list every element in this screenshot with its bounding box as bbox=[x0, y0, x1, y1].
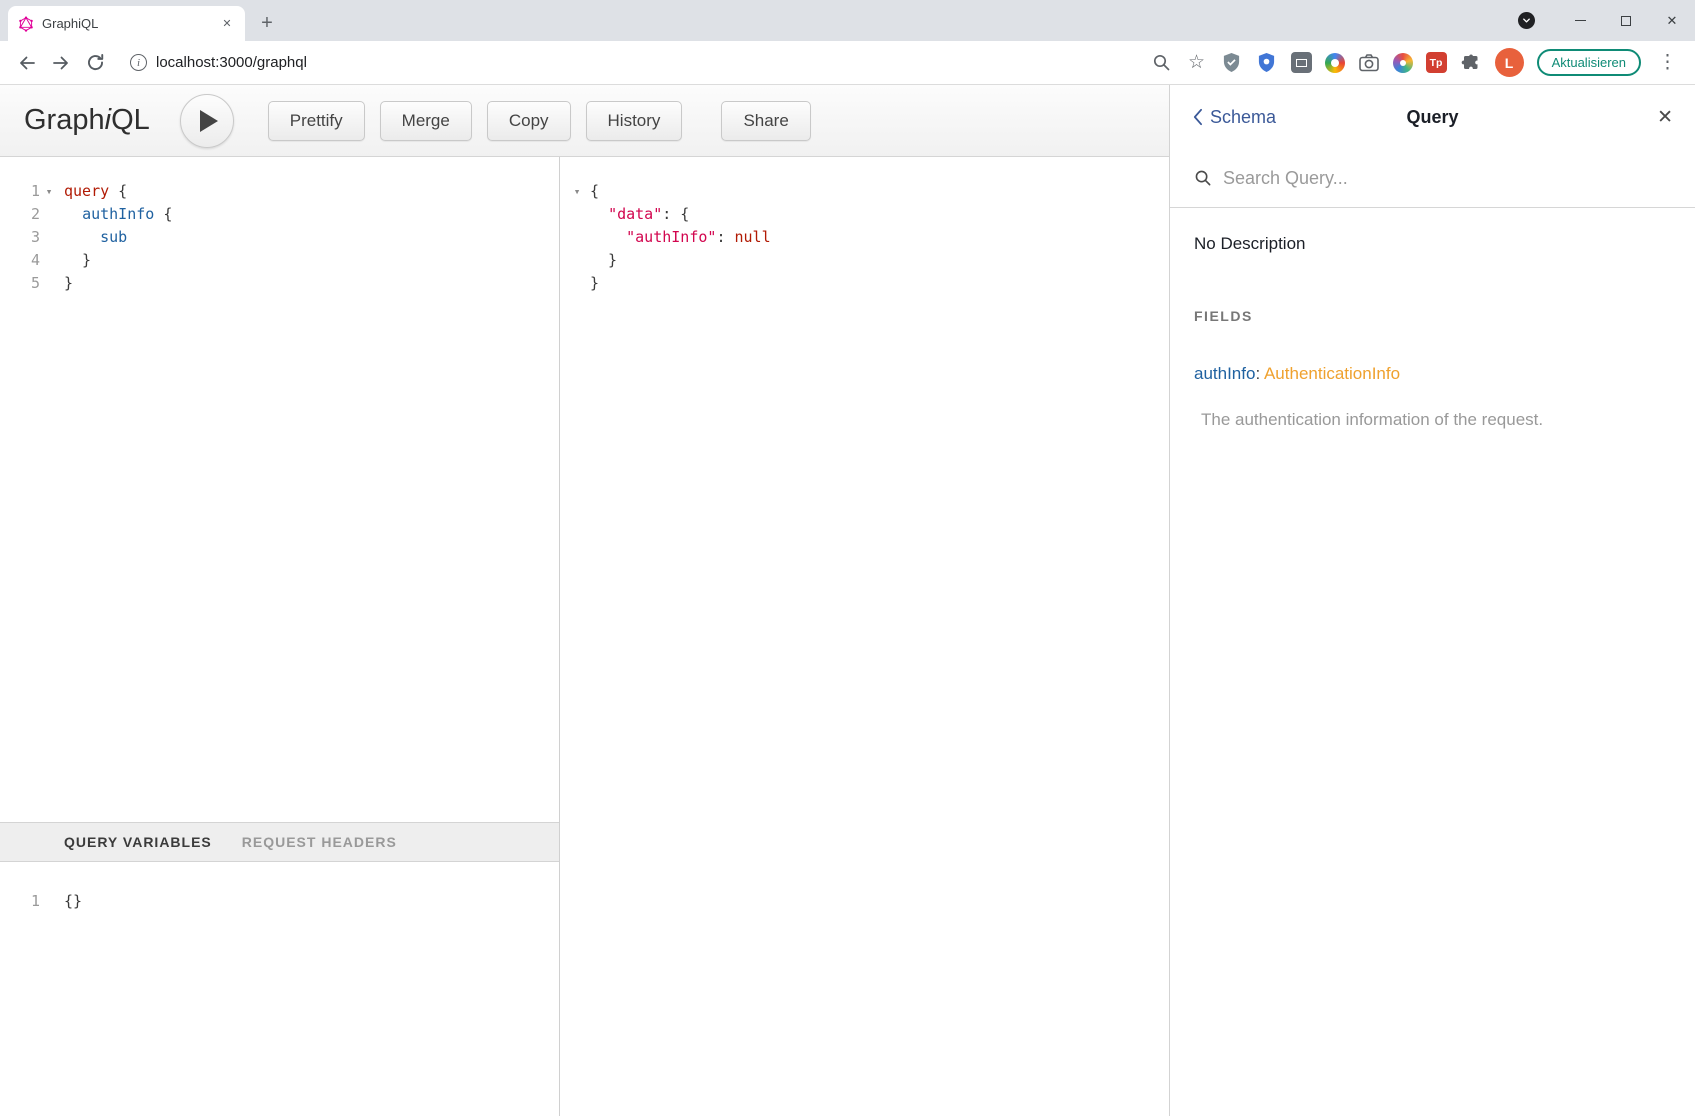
close-window-button[interactable]: ✕ bbox=[1649, 0, 1695, 41]
editor-panes: 1▾query {2 authInfo {3 sub4 }5} QUERY VA… bbox=[0, 157, 1169, 1116]
variables-editor-code[interactable]: 1{} bbox=[0, 862, 559, 1116]
extension-tp-icon[interactable]: Tp bbox=[1426, 52, 1447, 73]
doc-close-icon[interactable]: ✕ bbox=[1657, 106, 1673, 129]
tab-title: GraphiQL bbox=[42, 16, 211, 31]
code-line: 1{} bbox=[0, 890, 559, 913]
doc-search-input[interactable] bbox=[1223, 168, 1671, 189]
code-line: "authInfo": null bbox=[560, 226, 1169, 249]
fold-icon[interactable]: ▾ bbox=[40, 180, 58, 203]
forward-button[interactable] bbox=[44, 46, 78, 80]
field-separator: : bbox=[1255, 364, 1264, 383]
graphql-favicon-icon bbox=[18, 16, 34, 32]
merge-button[interactable]: Merge bbox=[380, 101, 472, 141]
response-viewer-code[interactable]: ▾{ "data": { "authInfo": null }} bbox=[560, 157, 1169, 1116]
profile-avatar[interactable]: L bbox=[1495, 48, 1524, 77]
url-text[interactable]: localhost:3000/graphql bbox=[156, 54, 307, 71]
browser-status-badge-icon[interactable] bbox=[1518, 12, 1535, 29]
variables-header: QUERY VARIABLES REQUEST HEADERS bbox=[0, 822, 559, 862]
site-info-icon[interactable]: i bbox=[130, 54, 147, 71]
code-line: "data": { bbox=[560, 203, 1169, 226]
reload-icon bbox=[86, 53, 105, 72]
code-line: 3 sub bbox=[0, 226, 559, 249]
code-line: } bbox=[560, 249, 1169, 272]
doc-search-bar bbox=[1170, 149, 1695, 208]
doc-explorer-panel: Query Schema ✕ No Description FIELDS aut… bbox=[1169, 85, 1695, 1116]
back-icon bbox=[17, 53, 37, 73]
window-controls: ✕ bbox=[1518, 0, 1695, 41]
address-bar[interactable]: i localhost:3000/graphql bbox=[122, 48, 1141, 78]
forward-icon bbox=[51, 53, 71, 73]
doc-explorer-header: Query Schema ✕ bbox=[1170, 85, 1695, 149]
extension-atom-icon[interactable] bbox=[1393, 53, 1413, 73]
maximize-icon bbox=[1621, 16, 1631, 26]
extension-square-icon[interactable] bbox=[1291, 52, 1312, 73]
code-line: 1▾query { bbox=[0, 180, 559, 203]
tab-request-headers[interactable]: REQUEST HEADERS bbox=[242, 834, 397, 850]
chevron-left-icon bbox=[1192, 108, 1203, 126]
field-type-link[interactable]: AuthenticationInfo bbox=[1264, 364, 1400, 383]
extension-shield-icon[interactable] bbox=[1221, 52, 1243, 74]
maximize-button[interactable] bbox=[1603, 0, 1649, 41]
doc-fields-header: FIELDS bbox=[1194, 308, 1671, 324]
extension-camera-icon[interactable] bbox=[1358, 52, 1380, 74]
prettify-button[interactable]: Prettify bbox=[268, 101, 365, 141]
query-editor-code[interactable]: 1▾query {2 authInfo {3 sub4 }5} bbox=[0, 157, 559, 822]
code-line: ▾{ bbox=[560, 180, 1169, 203]
doc-no-description: No Description bbox=[1194, 234, 1671, 254]
tab-query-variables[interactable]: QUERY VARIABLES bbox=[64, 834, 212, 850]
minimize-icon bbox=[1575, 20, 1586, 21]
navbar-right-cluster: ☆ Tp L Aktualisieren ⋮ bbox=[1151, 48, 1685, 77]
query-pane: 1▾query {2 authInfo {3 sub4 }5} QUERY VA… bbox=[0, 157, 560, 1116]
browser-tab-strip: GraphiQL ✕ + ✕ bbox=[0, 0, 1695, 41]
extensions-puzzle-icon[interactable] bbox=[1460, 52, 1482, 74]
browser-navbar: i localhost:3000/graphql ☆ Tp bbox=[0, 41, 1695, 85]
fold-icon[interactable]: ▾ bbox=[568, 180, 586, 203]
search-icon bbox=[1194, 169, 1212, 187]
browser-window: GraphiQL ✕ + ✕ i localhost:3000/graphql bbox=[0, 0, 1695, 1116]
tab-close-icon[interactable]: ✕ bbox=[219, 16, 235, 32]
history-button[interactable]: History bbox=[586, 101, 683, 141]
update-button[interactable]: Aktualisieren bbox=[1537, 49, 1641, 76]
doc-field-authinfo: authInfo: AuthenticationInfo bbox=[1194, 364, 1671, 384]
close-icon: ✕ bbox=[1667, 13, 1678, 29]
minimize-button[interactable] bbox=[1557, 0, 1603, 41]
execute-button[interactable] bbox=[180, 94, 234, 148]
copy-button[interactable]: Copy bbox=[487, 101, 571, 141]
reload-button[interactable] bbox=[78, 46, 112, 80]
doc-back-link[interactable]: Schema bbox=[1192, 107, 1276, 128]
field-name-link[interactable]: authInfo bbox=[1194, 364, 1255, 383]
new-tab-button[interactable]: + bbox=[253, 9, 281, 37]
doc-field-description: The authentication information of the re… bbox=[1194, 410, 1671, 430]
doc-content: No Description FIELDS authInfo: Authenti… bbox=[1170, 208, 1695, 430]
browser-menu-kebab-icon[interactable]: ⋮ bbox=[1654, 51, 1681, 74]
browser-tab-graphiql[interactable]: GraphiQL ✕ bbox=[8, 6, 245, 41]
graphiql-left-section: GraphiQL Prettify Merge Copy History Sha… bbox=[0, 85, 1169, 1116]
graphiql-logo: GraphiQL bbox=[24, 104, 150, 137]
play-icon bbox=[200, 110, 218, 132]
extension-pinwheel-icon[interactable] bbox=[1325, 53, 1345, 73]
back-button[interactable] bbox=[10, 46, 44, 80]
bookmark-star-icon[interactable]: ☆ bbox=[1186, 52, 1208, 74]
code-line: } bbox=[560, 272, 1169, 295]
graphiql-toolbar: GraphiQL Prettify Merge Copy History Sha… bbox=[0, 85, 1169, 157]
zoom-icon[interactable] bbox=[1151, 52, 1173, 74]
share-button[interactable]: Share bbox=[721, 101, 810, 141]
code-line: 2 authInfo { bbox=[0, 203, 559, 226]
extension-blue-shield-icon[interactable] bbox=[1256, 52, 1278, 74]
graphiql-app: GraphiQL Prettify Merge Copy History Sha… bbox=[0, 85, 1695, 1116]
code-line: 5} bbox=[0, 272, 559, 295]
code-line: 4 } bbox=[0, 249, 559, 272]
